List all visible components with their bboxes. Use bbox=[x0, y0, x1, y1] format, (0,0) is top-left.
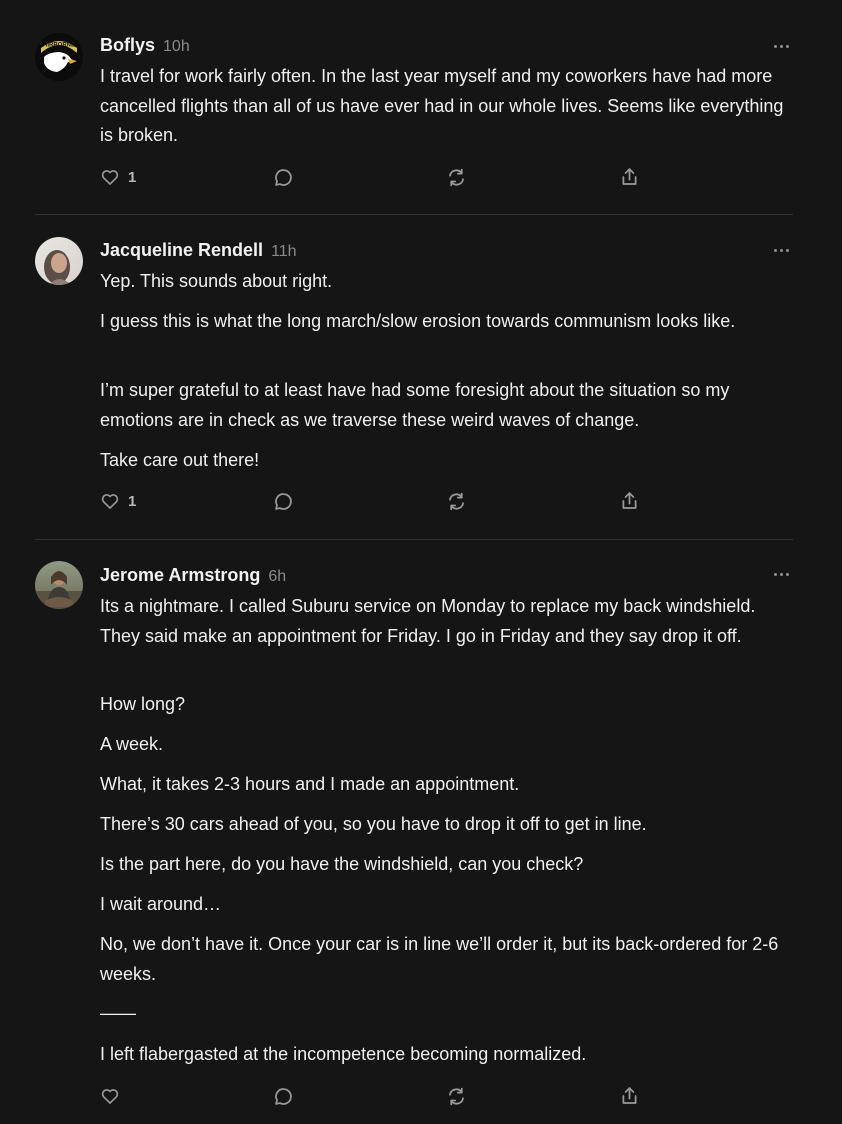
more-options-button[interactable] bbox=[771, 569, 791, 579]
heart-icon bbox=[101, 494, 119, 509]
timestamp[interactable]: 10h bbox=[163, 38, 190, 55]
comment-text: I wait around… bbox=[100, 894, 222, 914]
restack-icon bbox=[449, 492, 464, 511]
reply-button[interactable] bbox=[273, 167, 294, 188]
comment-text: I’m super grateful to at least have had … bbox=[100, 380, 730, 430]
restack-icon bbox=[449, 1087, 464, 1106]
share-icon bbox=[622, 168, 637, 185]
more-options-button[interactable] bbox=[771, 245, 791, 255]
heart-icon bbox=[101, 1089, 119, 1104]
more-dot bbox=[785, 572, 789, 576]
like-count: 1 bbox=[128, 492, 137, 510]
avatar-lettering: AIRBORNE bbox=[43, 43, 75, 49]
reply-button[interactable] bbox=[273, 1086, 294, 1107]
comment-text: Is the part here, do you have the windsh… bbox=[100, 854, 584, 874]
restack-button[interactable] bbox=[446, 167, 467, 188]
author-name[interactable]: Jerome Armstrong 6h bbox=[100, 565, 286, 586]
user-photo-icon bbox=[44, 250, 71, 285]
comment-text: I left flabergasted at the incompetence … bbox=[100, 1044, 587, 1064]
like-count: 1 bbox=[128, 168, 137, 186]
more-dot bbox=[773, 44, 777, 48]
comment-divider bbox=[35, 214, 793, 215]
comment-text: —— bbox=[100, 1003, 136, 1023]
share-button[interactable] bbox=[619, 490, 640, 512]
share-icon bbox=[622, 492, 637, 509]
author-name[interactable]: Boflys 10h bbox=[100, 35, 190, 56]
comment-text: I travel for work fairly often. In the l… bbox=[100, 66, 784, 145]
avatar[interactable] bbox=[35, 237, 83, 285]
comment-text: I guess this is what the long march/slow… bbox=[100, 311, 736, 331]
comment-text: There’s 30 cars ahead of you, so you hav… bbox=[100, 814, 647, 834]
more-dot bbox=[785, 44, 789, 48]
author-name[interactable]: Jacqueline Rendell 11h bbox=[100, 240, 297, 261]
comment-text: How long? bbox=[100, 694, 186, 714]
author-name-text[interactable]: Boflys bbox=[100, 35, 155, 55]
more-dot bbox=[773, 572, 777, 576]
comment-text: Take care out there! bbox=[100, 450, 260, 470]
restack-button[interactable] bbox=[446, 491, 467, 512]
share-button[interactable] bbox=[619, 1085, 640, 1107]
user-photo-icon bbox=[35, 571, 83, 609]
timestamp[interactable]: 11h bbox=[271, 243, 297, 260]
comment-bubble-icon bbox=[275, 169, 292, 186]
author-name-text[interactable]: Jerome Armstrong bbox=[100, 565, 260, 585]
airborne-eagle-avatar-icon: AIRBORNE bbox=[35, 33, 83, 81]
more-options-button[interactable] bbox=[771, 41, 791, 51]
restack-button[interactable] bbox=[446, 1086, 467, 1107]
more-dot bbox=[779, 44, 783, 48]
more-dot bbox=[779, 248, 783, 252]
timestamp[interactable]: 6h bbox=[268, 568, 286, 585]
like-button[interactable]: 1 bbox=[100, 167, 136, 187]
comment-text: Yep. This sounds about right. bbox=[100, 271, 333, 291]
comment-text: No, we don’t have it. Once your car is i… bbox=[100, 934, 779, 984]
share-button[interactable] bbox=[619, 166, 640, 188]
comment-bubble-icon bbox=[275, 1088, 292, 1105]
more-dot bbox=[779, 572, 783, 576]
restack-icon bbox=[449, 168, 464, 187]
heart-icon bbox=[101, 170, 119, 185]
comment-bubble-icon bbox=[275, 493, 292, 510]
avatar[interactable]: AIRBORNE bbox=[35, 33, 83, 81]
more-dot bbox=[773, 248, 777, 252]
comment-divider bbox=[35, 539, 793, 540]
reply-button[interactable] bbox=[273, 491, 294, 512]
author-name-text[interactable]: Jacqueline Rendell bbox=[100, 240, 263, 260]
comment-text: What, it takes 2-3 hours and I made an a… bbox=[100, 774, 520, 794]
like-button[interactable] bbox=[100, 1086, 128, 1106]
comment-text: A week. bbox=[100, 734, 164, 754]
like-button[interactable]: 1 bbox=[100, 491, 136, 511]
comment-text: Its a nightmare. I called Suburu service… bbox=[100, 596, 756, 646]
more-dot bbox=[785, 248, 789, 252]
avatar[interactable] bbox=[35, 561, 83, 609]
share-icon bbox=[622, 1087, 637, 1104]
